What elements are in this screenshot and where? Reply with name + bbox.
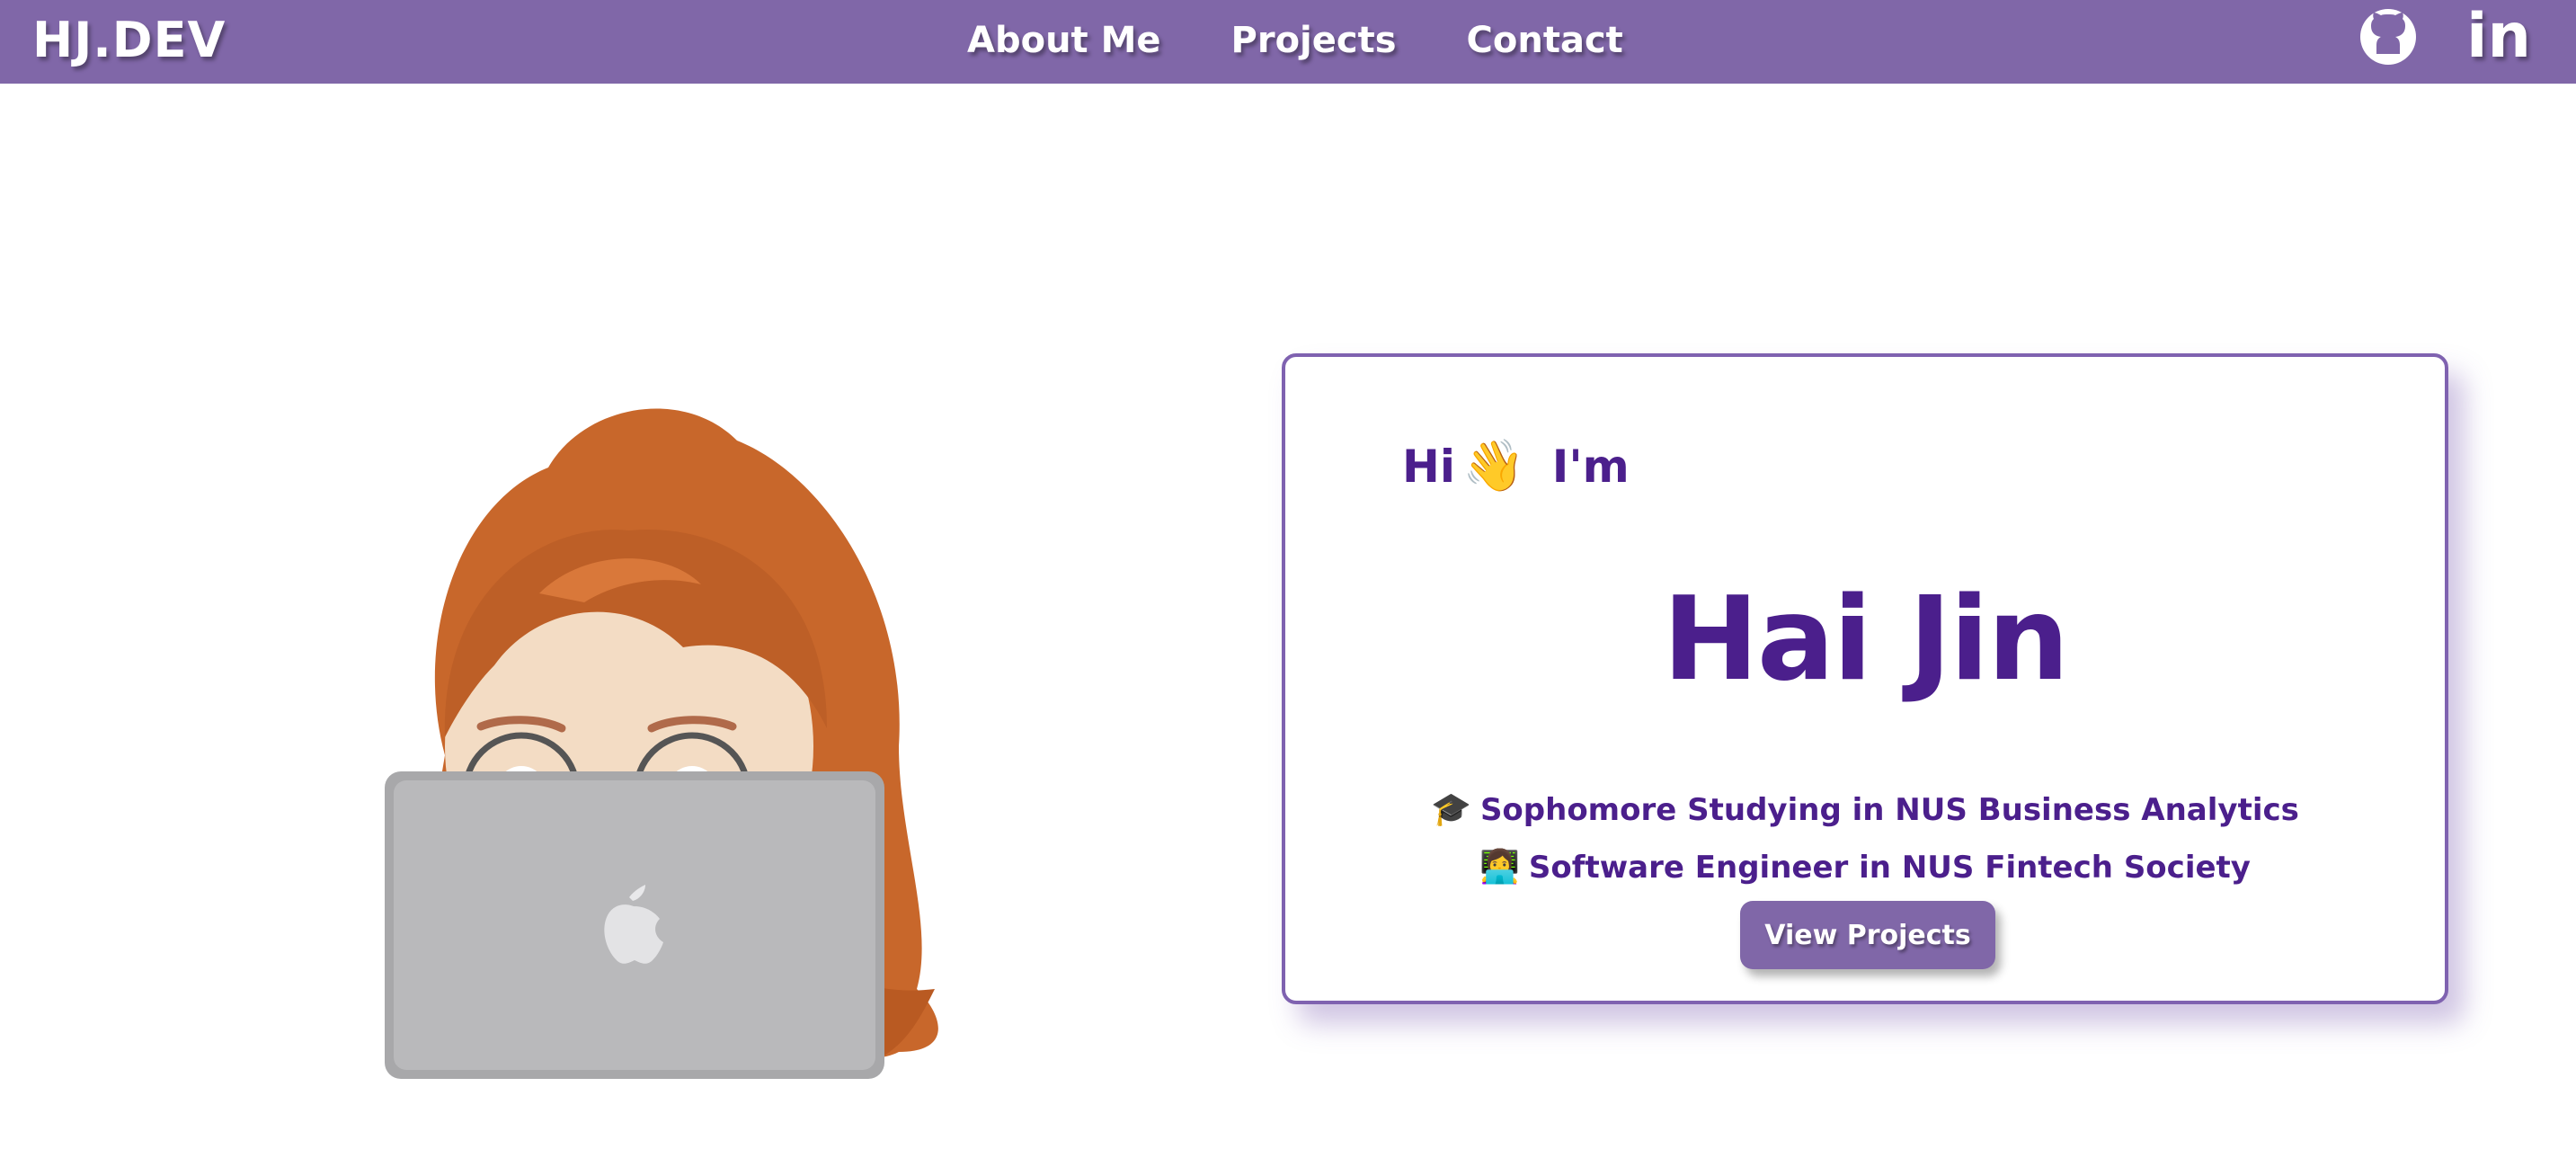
nav-contact[interactable]: Contact [1467, 9, 1623, 72]
memoji-avatar-image [360, 369, 971, 1088]
nav-about-me[interactable]: About Me [967, 9, 1161, 72]
main-nav: About Me Projects Contact [967, 9, 1623, 72]
graduation-cap-icon: 🎓 [1431, 791, 1471, 828]
greeting-im: I'm [1551, 441, 1630, 493]
bio-line-role: 👩‍💻 Software Engineer in NUS Fintech Soci… [1285, 841, 2445, 895]
waving-hand-icon: 👋 [1461, 437, 1525, 495]
view-projects-button[interactable]: View Projects [1740, 901, 1995, 969]
linkedin-icon[interactable]: in [2463, 5, 2535, 68]
github-icon[interactable] [2357, 5, 2420, 68]
nav-projects[interactable]: Projects [1231, 9, 1397, 72]
bio-text: Software Engineer in NUS Fintech Society [1528, 850, 2251, 886]
greeting: Hi 👋 I'm [1402, 431, 1630, 503]
intro-card: Hi 👋 I'm Hai Jin 🎓 Sophomore Studying in … [1282, 353, 2448, 1004]
bio-text: Sophomore Studying in NUS Business Analy… [1479, 792, 2299, 828]
technologist-icon: 👩‍💻 [1479, 849, 1520, 886]
greeting-hi: Hi [1402, 441, 1455, 493]
site-logo[interactable]: HJ.DEV [32, 9, 226, 72]
navbar: HJ.DEV About Me Projects Contact in [0, 0, 2576, 84]
hero-name: Hai Jin [1662, 573, 2070, 707]
bio-line-education: 🎓 Sophomore Studying in NUS Business Anal… [1285, 783, 2445, 837]
